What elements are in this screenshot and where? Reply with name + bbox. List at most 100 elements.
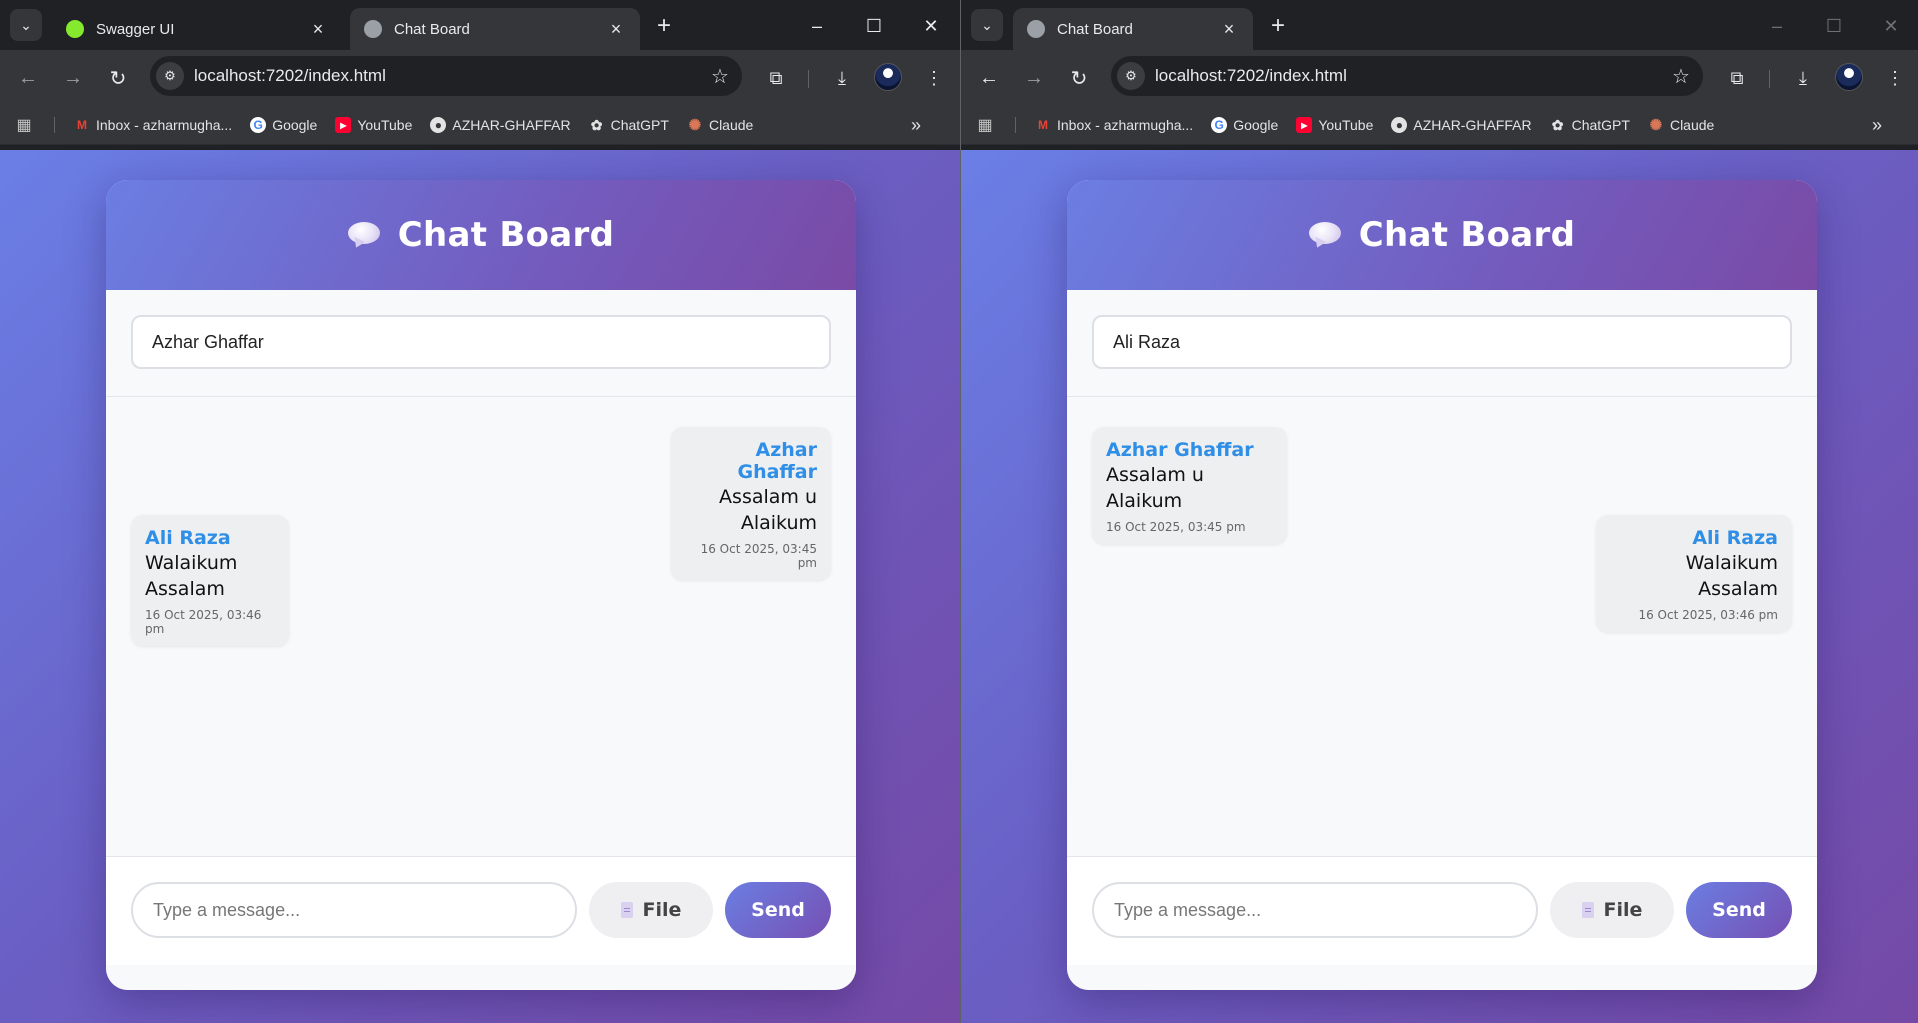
apps-grid-icon[interactable]: ▦ [975, 115, 995, 135]
more-bookmarks-icon[interactable]: » [904, 115, 928, 135]
message-sender: Azhar Ghaffar [737, 439, 817, 483]
chatgpt-icon: ✿ [590, 116, 603, 133]
bookmark-label: Inbox - azharmugha... [1057, 117, 1194, 133]
bookmark-chatgpt[interactable]: ✿ ChatGPT [589, 116, 669, 134]
back-button[interactable]: ← [975, 64, 1003, 92]
claude-icon: ✺ [1649, 117, 1663, 134]
chat-card: Chat Board Azhar Ghaffar Assalam u Alaik… [106, 180, 856, 990]
extensions-icon[interactable]: ⧉ [762, 64, 790, 92]
minimize-button[interactable]: – [1763, 12, 1791, 40]
close-tab-icon[interactable]: × [308, 19, 328, 39]
bookmarks-bar: ▦ M Inbox - azharmugha... G Google ▶ YouTub… [961, 105, 1918, 145]
globe-favicon-icon [1027, 20, 1045, 38]
message-input[interactable] [131, 882, 577, 938]
bookmark-google[interactable]: G Google [250, 117, 317, 133]
download-icon[interactable]: ⤓ [828, 64, 856, 92]
composer: File Send [1067, 856, 1817, 965]
forward-button[interactable]: → [59, 64, 87, 92]
message-list: Azhar Ghaffar Assalam u Alaikum 16 Oct 2… [106, 397, 856, 860]
maximize-button[interactable]: ☐ [860, 12, 888, 40]
close-tab-icon[interactable]: × [606, 19, 626, 39]
reload-button[interactable]: ↻ [104, 64, 132, 92]
speech-bubble-icon [1308, 222, 1343, 251]
browser-window-left: ⌄ Swagger UI × Chat Board × + – ☐ ✕ ← → … [0, 0, 960, 1023]
tab-title: Chat Board [1057, 20, 1133, 38]
file-label: File [1603, 899, 1643, 921]
tab-chat-board[interactable]: Chat Board × [1013, 8, 1253, 50]
bookmark-label: Claude [708, 117, 754, 133]
file-button[interactable]: File [589, 882, 713, 938]
message-bubble: Ali Raza Walaikum Assalam 16 Oct 2025, 0… [1596, 515, 1792, 632]
bookmark-claude[interactable]: ✺ Claude [1648, 117, 1715, 134]
claude-icon: ✺ [688, 117, 702, 134]
bookmark-github[interactable]: ● AZHAR-GHAFFAR [1391, 117, 1532, 133]
bookmark-star-icon[interactable]: ☆ [1667, 62, 1695, 90]
menu-kebab-icon[interactable]: ⋮ [920, 64, 948, 92]
message-time: 16 Oct 2025, 03:46 pm [1638, 608, 1778, 622]
file-label: File [642, 899, 682, 921]
maximize-button[interactable]: ☐ [1820, 12, 1848, 40]
username-input[interactable] [131, 315, 831, 369]
tab-strip: ⌄ Chat Board × + – ☐ ✕ [961, 0, 1918, 50]
bookmark-label: Claude [1669, 117, 1715, 133]
address-bar[interactable]: ⚙ localhost:7202/index.html ☆ [150, 56, 742, 96]
bookmark-youtube[interactable]: ▶ YouTube [335, 117, 412, 133]
send-button[interactable]: Send [1686, 882, 1792, 938]
new-tab-button[interactable]: + [650, 12, 678, 40]
bookmark-youtube[interactable]: ▶ YouTube [1296, 117, 1373, 133]
apps-grid-icon[interactable]: ▦ [14, 115, 34, 135]
forward-button[interactable]: → [1020, 64, 1048, 92]
globe-favicon-icon [364, 20, 382, 38]
site-info-icon[interactable]: ⚙ [156, 62, 184, 90]
speech-bubble-icon [347, 222, 382, 251]
bookmark-star-icon[interactable]: ☆ [706, 62, 734, 90]
document-icon [1581, 902, 1594, 918]
profile-avatar[interactable] [1835, 63, 1863, 91]
bookmark-claude[interactable]: ✺ Claude [687, 117, 754, 134]
extensions-icon[interactable]: ⧉ [1723, 64, 1751, 92]
tab-swagger-ui[interactable]: Swagger UI × [52, 8, 342, 50]
username-input[interactable] [1092, 315, 1792, 369]
tab-strip: ⌄ Swagger UI × Chat Board × + – ☐ ✕ [0, 0, 960, 50]
tab-search-button[interactable]: ⌄ [10, 9, 42, 41]
bookmark-chatgpt[interactable]: ✿ ChatGPT [1550, 117, 1630, 134]
close-tab-icon[interactable]: × [1219, 19, 1239, 39]
reload-button[interactable]: ↻ [1065, 64, 1093, 92]
tab-search-button[interactable]: ⌄ [971, 9, 1003, 41]
message-time: 16 Oct 2025, 03:46 pm [145, 608, 262, 636]
message-sender: Azhar Ghaffar [1106, 439, 1254, 461]
message-time: 16 Oct 2025, 03:45 pm [1106, 520, 1246, 534]
bookmark-inbox[interactable]: M Inbox - azharmugha... [74, 117, 232, 133]
message-text: Assalam u Alaikum [719, 486, 817, 534]
site-info-icon[interactable]: ⚙ [1117, 62, 1145, 90]
address-bar[interactable]: ⚙ localhost:7202/index.html ☆ [1111, 56, 1703, 96]
bookmark-label: ChatGPT [610, 117, 669, 133]
back-button[interactable]: ← [14, 64, 42, 92]
message-time: 16 Oct 2025, 03:45 pm [700, 542, 817, 570]
close-window-button[interactable]: ✕ [917, 12, 945, 40]
bookmark-github[interactable]: ● AZHAR-GHAFFAR [430, 117, 571, 133]
more-bookmarks-icon[interactable]: » [1865, 115, 1889, 135]
menu-kebab-icon[interactable]: ⋮ [1881, 64, 1909, 92]
bookmark-google[interactable]: G Google [1211, 117, 1278, 133]
file-button[interactable]: File [1550, 882, 1674, 938]
google-icon: G [250, 117, 267, 133]
download-icon[interactable]: ⤓ [1789, 64, 1817, 92]
message-input[interactable] [1092, 882, 1538, 938]
github-icon: ● [1391, 117, 1408, 133]
bookmark-label: AZHAR-GHAFFAR [1413, 117, 1532, 133]
bookmark-inbox[interactable]: M Inbox - azharmugha... [1035, 117, 1193, 133]
bookmark-label: ChatGPT [1571, 117, 1630, 133]
message-text: Walaikum Assalam [145, 552, 238, 600]
send-button[interactable]: Send [725, 882, 831, 938]
document-icon [620, 902, 633, 918]
message-bubble: Azhar Ghaffar Assalam u Alaikum 16 Oct 2… [671, 427, 831, 580]
tab-chat-board[interactable]: Chat Board × [350, 8, 640, 50]
google-icon: G [1211, 117, 1228, 133]
youtube-icon: ▶ [335, 117, 352, 133]
minimize-button[interactable]: – [803, 12, 831, 40]
profile-avatar[interactable] [874, 63, 902, 91]
close-window-button[interactable]: ✕ [1877, 12, 1905, 40]
new-tab-button[interactable]: + [1264, 12, 1292, 40]
browser-window-right: ⌄ Chat Board × + – ☐ ✕ ← → ↻ ⚙ localhost… [961, 0, 1918, 1023]
